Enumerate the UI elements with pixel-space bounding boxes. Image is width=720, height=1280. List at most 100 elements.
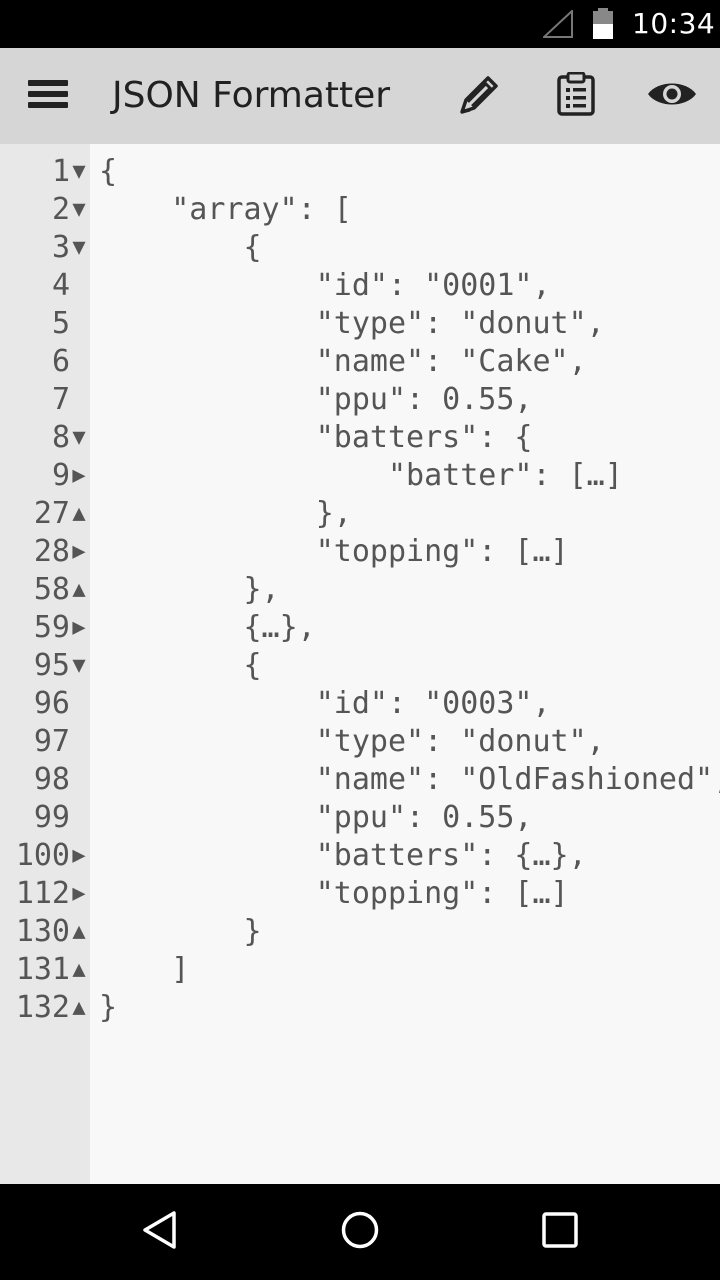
fold-toggle-icon[interactable]: ▲ — [68, 989, 90, 1027]
code-text: { — [99, 648, 262, 683]
json-editor[interactable]: 1 ▼{2 ▼ "array": [3 ▼ {4 "id": "0001", 5 "ty… — [0, 144, 720, 1184]
navigation-bar — [0, 1184, 720, 1280]
recents-icon — [542, 1212, 578, 1252]
code-text: "id": "0001", — [99, 268, 551, 303]
line-number: 97 — [33, 724, 70, 759]
battery-icon — [592, 8, 614, 44]
code-line: 4 "id": "0001", — [0, 267, 720, 305]
back-button[interactable] — [100, 1184, 220, 1280]
line-number: 100 — [15, 838, 70, 873]
menu-button[interactable] — [12, 48, 84, 144]
code-line: 8 ▼ "batters": { — [0, 419, 720, 457]
fold-toggle-icon[interactable]: ▼ — [68, 647, 90, 685]
line-number: 96 — [33, 686, 70, 721]
code-text: ] — [99, 952, 190, 987]
code-text: } — [99, 990, 118, 1025]
code-line: 5 "type": "donut", — [0, 305, 720, 343]
paste-button[interactable] — [540, 48, 612, 144]
code-text: "batter": […] — [99, 458, 623, 493]
line-number: 2 — [51, 192, 70, 227]
back-icon — [140, 1210, 180, 1254]
code-text: "topping": […] — [99, 534, 569, 569]
line-number: 131 — [15, 952, 70, 987]
fold-toggle-icon[interactable]: ▶ — [68, 533, 90, 571]
menu-icon — [28, 78, 68, 114]
code-text: "id": "0003", — [99, 686, 551, 721]
code-text: "batters": {…}, — [99, 838, 587, 873]
code-text: {…}, — [99, 610, 316, 645]
code-text: "array": [ — [99, 192, 352, 227]
code-text: "name": "Cake", — [99, 344, 587, 379]
line-number: 27 — [33, 496, 70, 531]
line-number: 7 — [51, 382, 70, 417]
code-line: 99 "ppu": 0.55, — [0, 799, 720, 837]
fold-toggle-icon[interactable]: ▶ — [68, 837, 90, 875]
fold-toggle-icon[interactable]: ▶ — [68, 609, 90, 647]
code-line: 95 ▼ { — [0, 647, 720, 685]
code-text: } — [99, 914, 262, 949]
code-line: 96 "id": "0003", — [0, 685, 720, 723]
line-number: 4 — [51, 268, 70, 303]
home-icon — [340, 1210, 380, 1254]
fold-toggle-icon[interactable]: ▲ — [68, 495, 90, 533]
code-text: { — [99, 154, 118, 189]
fold-toggle-icon[interactable]: ▲ — [68, 571, 90, 609]
line-number: 8 — [51, 420, 70, 455]
fold-toggle-icon[interactable]: ▼ — [68, 191, 90, 229]
code-text: { — [99, 230, 262, 265]
code-text: "batters": { — [99, 420, 533, 455]
code-line: 2 ▼ "array": [ — [0, 191, 720, 229]
code-line: 130 ▲ } — [0, 913, 720, 951]
code-line: 3 ▼ { — [0, 229, 720, 267]
clipboard-icon — [557, 71, 595, 120]
line-number: 99 — [33, 800, 70, 835]
code-text: "ppu": 0.55, — [99, 800, 533, 835]
line-number: 98 — [33, 762, 70, 797]
code-text: "type": "donut", — [99, 306, 605, 341]
code-line: 112 ▶ "topping": […] — [0, 875, 720, 913]
fold-toggle-icon[interactable]: ▲ — [68, 913, 90, 951]
code-line: 7 "ppu": 0.55, — [0, 381, 720, 419]
code-line: 28 ▶ "topping": […] — [0, 533, 720, 571]
line-number: 112 — [15, 876, 70, 911]
code-line: 27 ▲ }, — [0, 495, 720, 533]
code-line: 100 ▶ "batters": {…}, — [0, 837, 720, 875]
code-text: }, — [99, 572, 280, 607]
edit-button[interactable] — [444, 48, 516, 144]
code-line: 132 ▲} — [0, 989, 720, 1027]
fold-toggle-icon[interactable]: ▼ — [68, 153, 90, 191]
clock: 10:34 — [632, 7, 716, 40]
signal-icon — [541, 8, 573, 42]
edit-icon — [458, 72, 502, 120]
line-number: 3 — [51, 230, 70, 265]
code-line: 97 "type": "donut", — [0, 723, 720, 761]
code-line: 9 ▶ "batter": […] — [0, 457, 720, 495]
line-number: 28 — [33, 534, 70, 569]
line-number: 6 — [51, 344, 70, 379]
line-number: 59 — [33, 610, 70, 645]
fold-toggle-icon[interactable]: ▶ — [68, 875, 90, 913]
line-number: 58 — [33, 572, 70, 607]
code-line: 59 ▶ {…}, — [0, 609, 720, 647]
code-text: "name": "OldFashioned", — [99, 762, 720, 797]
code-line: 58 ▲ }, — [0, 571, 720, 609]
line-number: 130 — [15, 914, 70, 949]
code-text: "ppu": 0.55, — [99, 382, 533, 417]
code-line: 6 "name": "Cake", — [0, 343, 720, 381]
page-title: JSON Formatter — [112, 75, 391, 116]
fold-toggle-icon[interactable]: ▲ — [68, 951, 90, 989]
preview-button[interactable] — [636, 48, 708, 144]
fold-toggle-icon[interactable]: ▶ — [68, 457, 90, 495]
code-text: }, — [99, 496, 352, 531]
eye-icon — [646, 78, 698, 114]
code-line: 1 ▼ { — [0, 153, 720, 191]
code-line: 131 ▲ ] — [0, 951, 720, 989]
app-bar: JSON Formatter — [0, 48, 720, 144]
status-bar: 10:34 — [0, 0, 720, 48]
code-line: 98 "name": "OldFashioned", — [0, 761, 720, 799]
recents-button[interactable] — [500, 1184, 620, 1280]
home-button[interactable] — [300, 1184, 420, 1280]
fold-toggle-icon[interactable]: ▼ — [68, 229, 90, 267]
line-number: 9 — [51, 458, 70, 493]
fold-toggle-icon[interactable]: ▼ — [68, 419, 90, 457]
